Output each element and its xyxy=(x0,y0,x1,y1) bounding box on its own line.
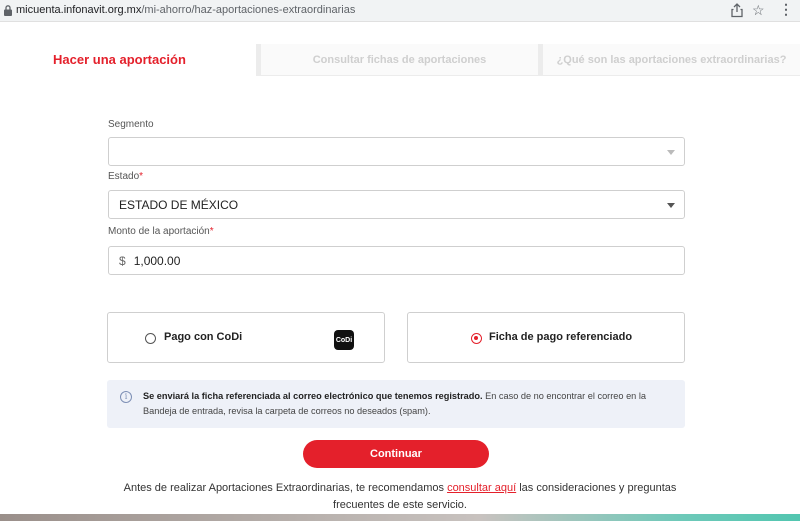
estado-value: ESTADO DE MÉXICO xyxy=(119,197,239,212)
currency-symbol: $ xyxy=(119,253,126,268)
info-icon: i xyxy=(120,391,132,403)
chevron-down-icon xyxy=(667,150,675,155)
tab-que-son-aportaciones[interactable]: ¿Qué son las aportaciones extraordinaria… xyxy=(538,44,800,75)
chevron-down-icon xyxy=(667,203,675,208)
star-icon[interactable]: ☆ xyxy=(752,2,765,18)
info-notice: i Se enviará la ficha referenciada al co… xyxy=(107,380,685,428)
monto-value: 1,000.00 xyxy=(133,253,181,268)
browser-address-bar[interactable]: micuenta.infonavit.org.mx/mi-ahorro/haz-… xyxy=(0,0,800,22)
decorative-bottom-bar xyxy=(0,514,800,521)
estado-label: Estado* xyxy=(108,171,143,182)
lock-icon xyxy=(4,5,12,16)
url-host: micuenta.infonavit.org.mx xyxy=(16,4,142,16)
estado-select[interactable]: ESTADO DE MÉXICO xyxy=(108,190,685,219)
monto-input[interactable]: $ 1,000.00 xyxy=(108,246,685,275)
tab-consultar-fichas[interactable]: Consultar fichas de aportaciones xyxy=(256,44,538,75)
codi-logo-icon: CoDi xyxy=(334,330,354,350)
tab-divider xyxy=(256,75,800,76)
pago-codi-label: Pago con CoDi xyxy=(164,331,243,343)
segmento-select[interactable] xyxy=(108,137,685,166)
required-mark: * xyxy=(209,226,214,237)
continuar-button[interactable]: Continuar xyxy=(303,440,489,468)
pago-codi-option[interactable]: Pago con CoDi CoDi xyxy=(107,312,385,363)
ficha-pago-option[interactable]: Ficha de pago referenciado xyxy=(407,312,685,363)
footer-recommendation: Antes de realizar Aportaciones Extraordi… xyxy=(100,480,700,514)
segmento-label: Segmento xyxy=(108,119,154,130)
section-tabs: Hacer una aportación Consultar fichas de… xyxy=(0,44,800,75)
url-text[interactable]: micuenta.infonavit.org.mx/mi-ahorro/haz-… xyxy=(16,4,355,16)
segmento-label-text: Segmento xyxy=(108,119,154,130)
monto-label: Monto de la aportación* xyxy=(108,226,214,237)
ficha-pago-label: Ficha de pago referenciado xyxy=(489,331,633,343)
codi-logo-text: CoDi xyxy=(335,336,353,344)
consultar-aqui-link[interactable]: consultar aquí xyxy=(447,482,516,494)
share-icon[interactable] xyxy=(730,3,744,18)
info-text: Se enviará la ficha referenciada al corr… xyxy=(143,389,678,419)
kebab-menu-icon[interactable]: ⋮ xyxy=(779,1,793,17)
tab-hacer-aportacion[interactable]: Hacer una aportación xyxy=(0,44,255,75)
required-mark: * xyxy=(139,171,144,182)
footer-before: Antes de realizar Aportaciones Extraordi… xyxy=(123,482,448,494)
monto-label-text: Monto de la aportación xyxy=(108,226,210,237)
estado-label-text: Estado xyxy=(108,171,140,182)
radio-ficha[interactable] xyxy=(471,333,482,344)
info-bold-text: Se enviará la ficha referenciada al corr… xyxy=(143,391,483,401)
url-path: /mi-ahorro/haz-aportaciones-extraordinar… xyxy=(141,4,356,16)
radio-codi[interactable] xyxy=(145,333,156,344)
